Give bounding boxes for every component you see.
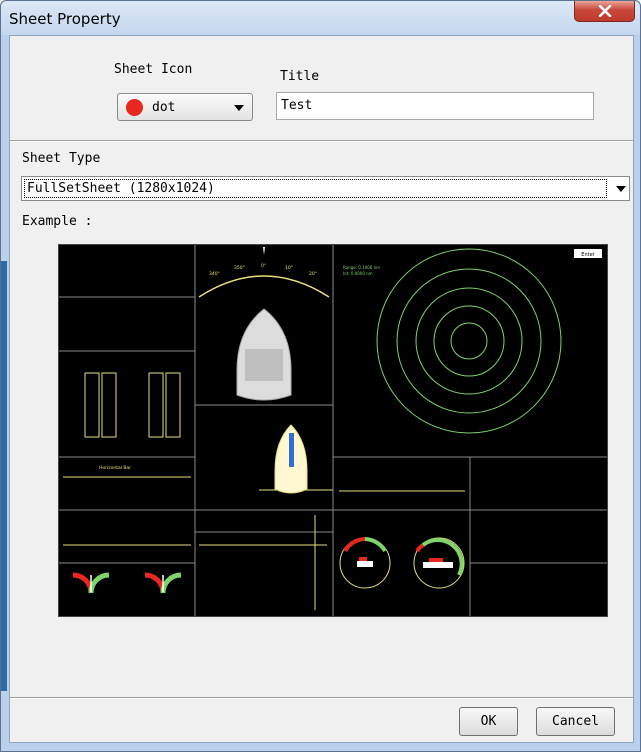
sheet-property-dialog: Sheet Property Sheet Icon Title dot Test… [0,0,641,752]
cancel-button[interactable]: Cancel [536,707,615,736]
sheet-type-select[interactable]: FullSetSheet (1280x1024) [21,176,630,201]
preview-enter-button: Enter [581,252,595,258]
sheet-type-label: Sheet Type [22,151,101,166]
dialog-body: Sheet Icon Title dot Test Sheet Type Ful… [9,35,634,743]
sheet-icon-label: Sheet Icon [114,62,193,77]
sheet-type-dropdown-button[interactable] [610,177,629,200]
divider [10,140,633,142]
svg-text:10°: 10° [285,265,293,271]
close-button[interactable] [574,1,635,22]
svg-text:0°: 0° [261,263,266,269]
divider [10,697,633,699]
svg-text:350°: 350° [234,265,245,271]
example-preview: Enter 340° 350° 0° 10° 20° Range: 0.1000… [58,244,608,617]
ok-button[interactable]: OK [459,707,518,736]
window-edge [1,261,7,691]
svg-text:340°: 340° [209,271,220,277]
example-preview-graphic: Enter 340° 350° 0° 10° 20° Range: 0.1000… [59,245,607,616]
window-title: Sheet Property [9,10,121,28]
close-icon [598,5,612,17]
title-label: Title [280,69,320,84]
title-input-value: Test [281,98,313,113]
sheet-type-value: FullSetSheet (1280x1024) [24,179,607,198]
svg-text:20°: 20° [309,271,317,277]
chevron-down-icon [234,105,244,111]
title-bar[interactable]: Sheet Property [1,1,640,35]
preview-interval: Int: 0.0000 nm [343,271,373,276]
preview-range: Range: 0.1000 nm [343,265,380,270]
chevron-down-icon [616,186,626,192]
sheet-icon-value: dot [152,100,176,115]
sheet-icon-select[interactable]: dot [117,93,253,121]
header-section: Sheet Icon Title dot Test [10,36,633,139]
dot-icon [126,99,143,116]
title-input[interactable]: Test [276,92,594,120]
example-label: Example : [22,214,93,229]
preview-horizontal-bar: Horizontal Bar [99,465,131,471]
